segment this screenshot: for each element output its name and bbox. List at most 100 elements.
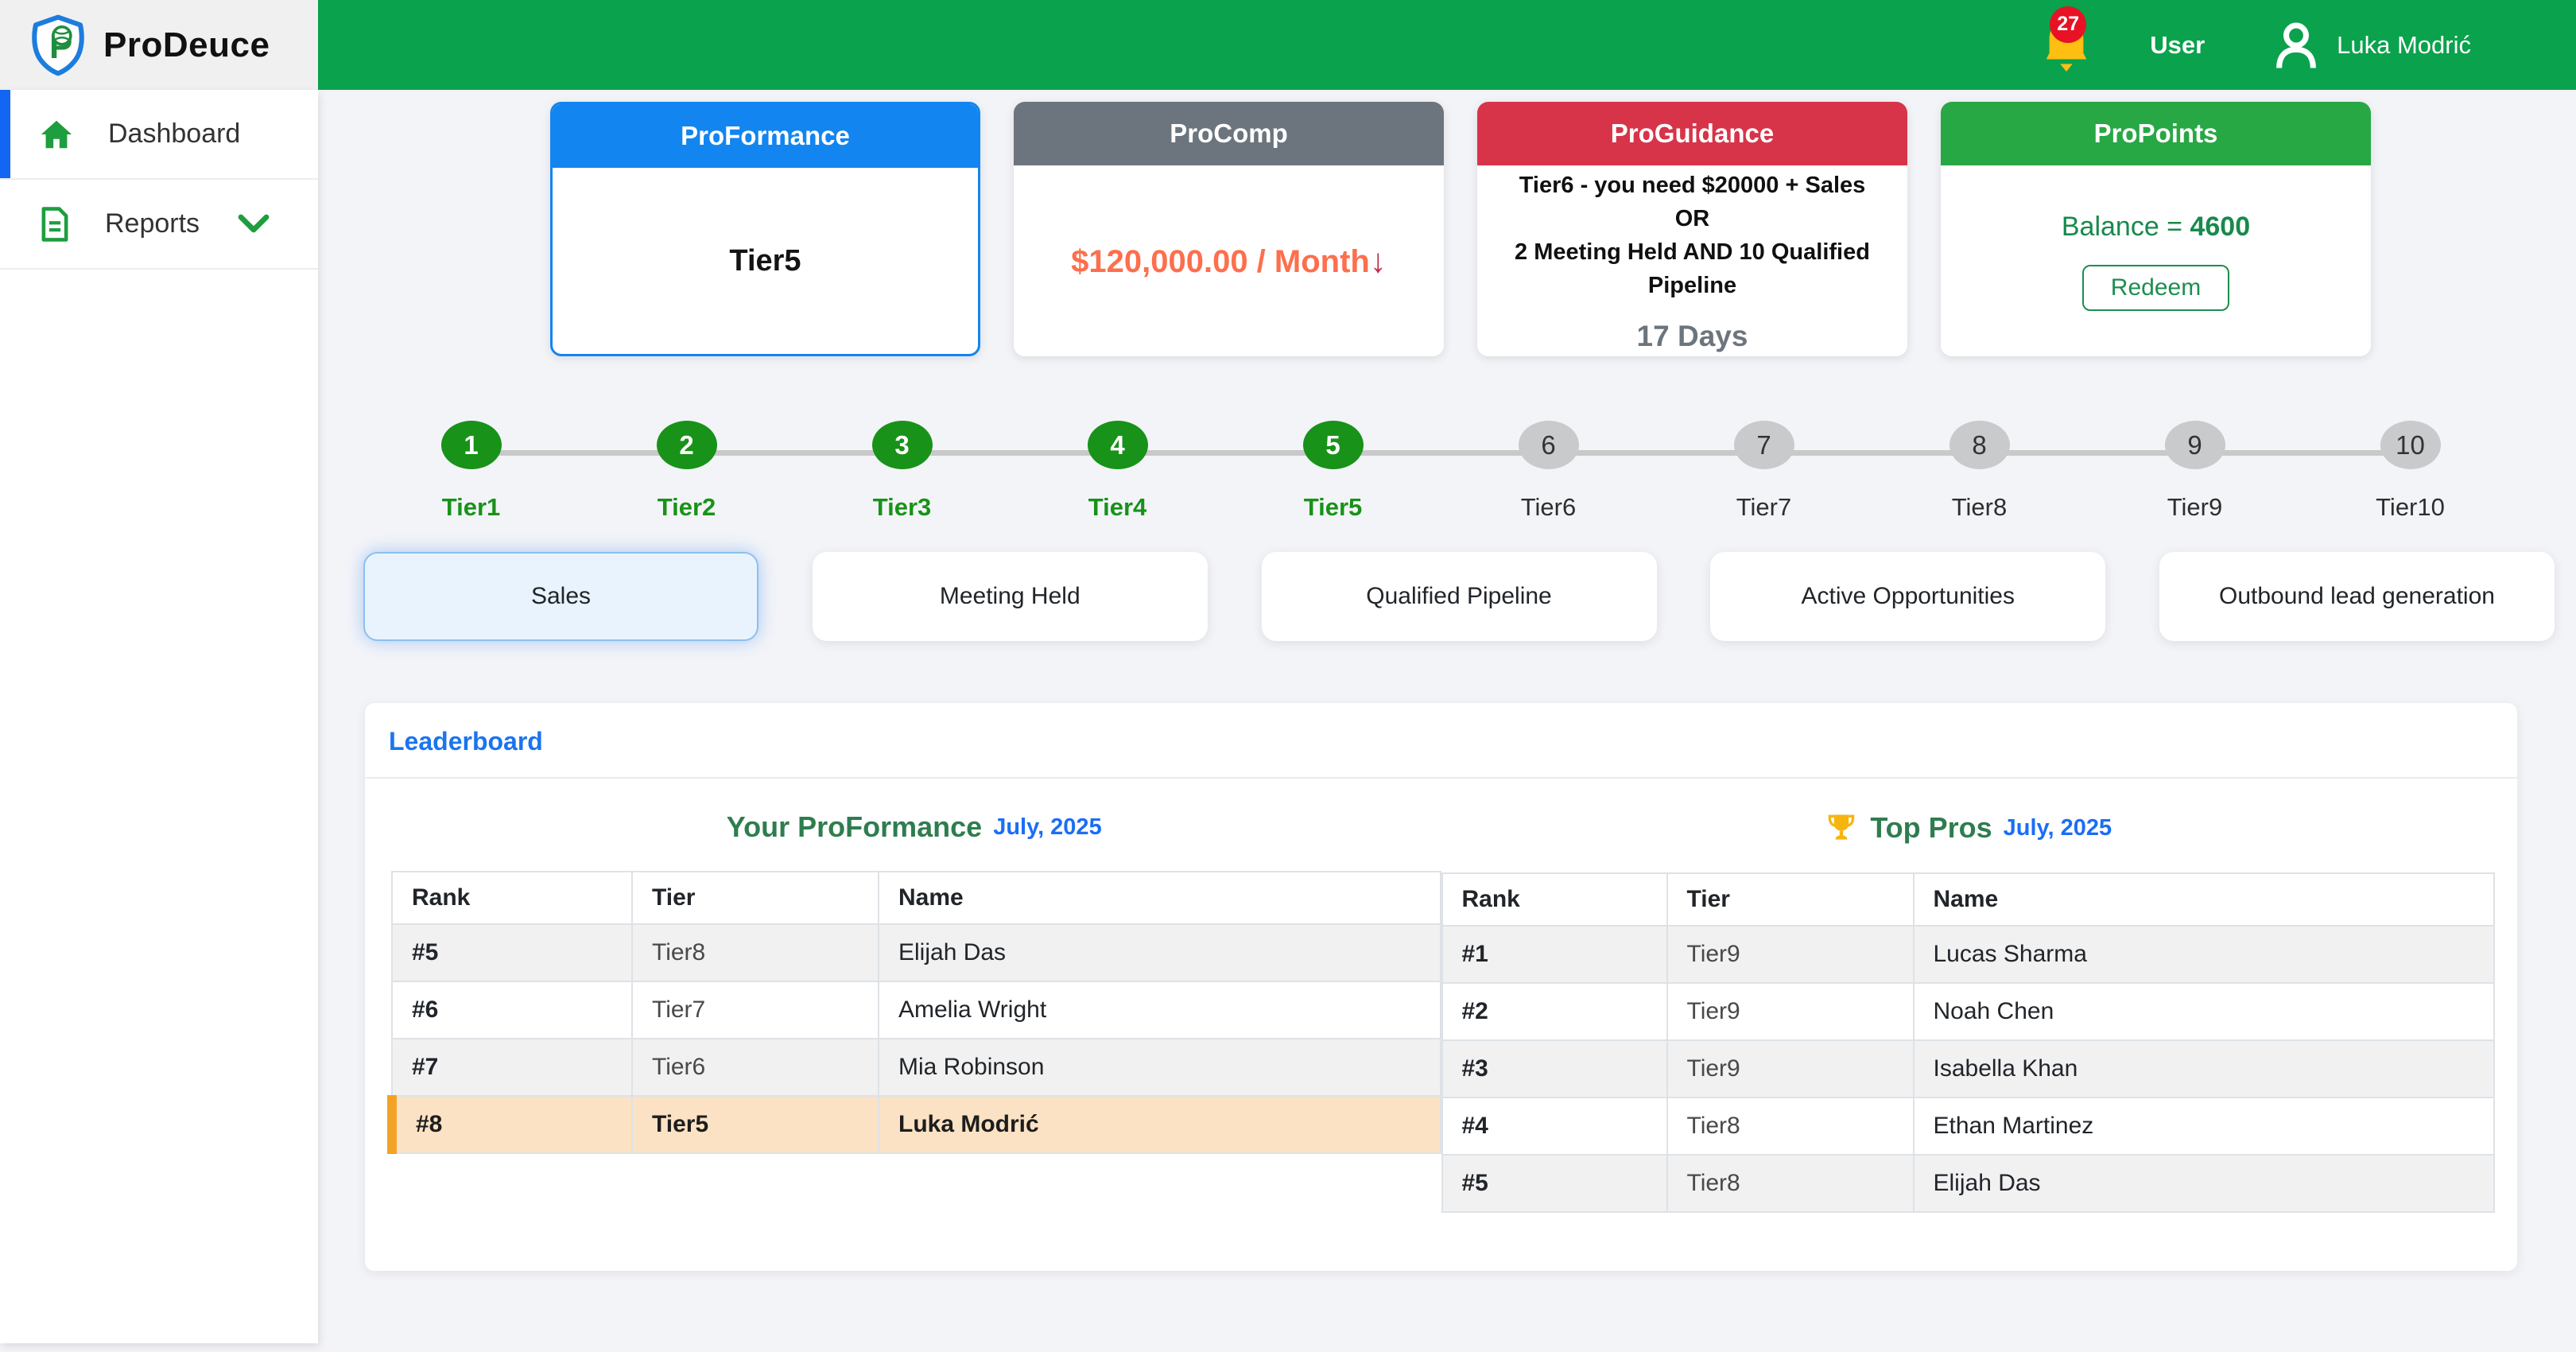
table-row: #3 Tier9 Isabella Khan — [1442, 1040, 2495, 1098]
step-circle: 6 — [1519, 421, 1579, 469]
stepper-step-tier7: 7 Tier7 — [1656, 394, 1872, 522]
stepper-step-tier6: 6 Tier6 — [1441, 394, 1656, 522]
propoints-card: ProPoints Balance = 4600 Redeem — [1941, 102, 2371, 356]
prodeuce-logo-icon: P — [27, 14, 89, 76]
step-circle: 9 — [2165, 421, 2225, 469]
step-label: Tier7 — [1736, 493, 1791, 522]
step-circle: 1 — [441, 421, 502, 469]
current-tier-value: Tier5 — [729, 244, 801, 278]
stepper-step-tier3: 3 Tier3 — [794, 394, 1010, 522]
comp-amount: $120,000.00 / Month↓ — [1071, 242, 1387, 280]
stepper-step-tier10: 10 Tier10 — [2302, 394, 2518, 522]
step-circle: 7 — [1734, 421, 1794, 469]
step-circle: 8 — [1949, 421, 2010, 469]
step-label: Tier5 — [1304, 493, 1363, 522]
sidebar-item-reports[interactable]: Reports — [0, 180, 318, 270]
column-header-rank: Rank — [1442, 873, 1667, 926]
proformance-card: ProFormance Tier5 — [550, 102, 980, 356]
step-circle: 2 — [657, 421, 717, 469]
procomp-card-title: ProComp — [1014, 102, 1444, 165]
step-circle: 4 — [1088, 421, 1148, 469]
top-pros-section: Top Pros July, 2025 Rank Tier Name #1 — [1441, 810, 2496, 1213]
header-right: 27 User Luka Modrić — [2039, 11, 2576, 80]
guidance-requirement-line2: 2 Meeting Held AND 10 Qualified Pipeline — [1492, 235, 1893, 302]
tier-stepper: 1 Tier1 2 Tier2 3 Tier3 4 Tier4 5 Tier5 … — [363, 394, 2518, 522]
person-icon — [2273, 20, 2319, 71]
column-header-tier: Tier — [1667, 873, 1914, 926]
your-proformance-section: Your ProFormance July, 2025 Rank Tier Na… — [387, 810, 1441, 1213]
proguidance-card-title: ProGuidance — [1477, 102, 1907, 165]
tab-outbound-lead-generation[interactable]: Outbound lead generation — [2159, 552, 2555, 641]
stepper-step-tier9: 9 Tier9 — [2087, 394, 2302, 522]
step-label: Tier10 — [2376, 493, 2445, 522]
user-name: Luka Modrić — [2337, 31, 2471, 60]
proformance-card-title: ProFormance — [553, 104, 978, 168]
tab-meeting-held[interactable]: Meeting Held — [813, 552, 1208, 641]
top-pros-period: July, 2025 — [2004, 815, 2112, 841]
tab-active-opportunities[interactable]: Active Opportunities — [1710, 552, 2105, 641]
down-arrow-icon: ↓ — [1370, 242, 1387, 279]
home-icon — [38, 116, 75, 153]
step-label: Tier4 — [1088, 493, 1147, 522]
tab-sales[interactable]: Sales — [363, 552, 758, 641]
proguidance-card: ProGuidance Tier6 - you need $20000 + Sa… — [1477, 102, 1907, 356]
brand: P ProDeuce — [0, 0, 318, 90]
main-content: ProFormance Tier5 ProComp $120,000.00 / … — [318, 90, 2576, 1352]
column-header-name: Name — [1914, 873, 2495, 926]
stepper-step-tier2: 2 Tier2 — [579, 394, 794, 522]
stepper-step-tier1: 1 Tier1 — [363, 394, 579, 522]
tab-qualified-pipeline[interactable]: Qualified Pipeline — [1262, 552, 1657, 641]
step-circle: 5 — [1303, 421, 1364, 469]
propoints-card-title: ProPoints — [1941, 102, 2371, 165]
step-label: Tier9 — [2167, 493, 2222, 522]
redeem-button[interactable]: Redeem — [2082, 265, 2229, 311]
guidance-or: OR — [1675, 202, 1710, 235]
user-menu[interactable]: Luka Modrić — [2273, 20, 2471, 71]
summary-cards: ProFormance Tier5 ProComp $120,000.00 / … — [550, 102, 2371, 356]
trophy-icon — [1824, 810, 1859, 845]
column-header-tier: Tier — [632, 872, 879, 924]
metric-tabs: Sales Meeting Held Qualified Pipeline Ac… — [363, 552, 2555, 641]
stepper-step-tier4: 4 Tier4 — [1010, 394, 1225, 522]
document-icon — [38, 206, 72, 243]
top-pros-table: Rank Tier Name #1 Tier9 Lucas Sharma #2 — [1441, 872, 2496, 1213]
your-proformance-title: Your ProFormance July, 2025 — [387, 810, 1441, 844]
table-row: #2 Tier9 Noah Chen — [1442, 983, 2495, 1040]
notifications-button[interactable]: 27 — [2039, 11, 2094, 80]
column-header-name: Name — [879, 872, 1441, 924]
step-label: Tier1 — [442, 493, 501, 522]
table-row: #5 Tier8 Elijah Das — [1442, 1155, 2495, 1212]
step-label: Tier8 — [1952, 493, 2007, 522]
sidebar: Dashboard Reports — [0, 90, 318, 1343]
table-row: #5 Tier8 Elijah Das — [392, 924, 1441, 981]
guidance-days-remaining: 17 Days — [1637, 320, 1748, 353]
your-proformance-period: July, 2025 — [993, 814, 1102, 841]
chevron-down-icon — [238, 214, 270, 235]
top-pros-title: Top Pros July, 2025 — [1441, 810, 2496, 845]
table-row: #4 Tier8 Ethan Martinez — [1442, 1098, 2495, 1155]
notification-badge: 27 — [2050, 6, 2086, 43]
user-label: User — [2150, 31, 2205, 60]
step-label: Tier6 — [1521, 493, 1576, 522]
table-row: #6 Tier7 Amelia Wright — [392, 981, 1441, 1039]
column-header-rank: Rank — [392, 872, 632, 924]
table-row-current-user: #8 Tier5 Luka Modrić — [392, 1096, 1441, 1153]
stepper-step-tier5: 5 Tier5 — [1225, 394, 1441, 522]
table-row: #1 Tier9 Lucas Sharma — [1442, 926, 2495, 983]
sidebar-item-label: Dashboard — [108, 118, 240, 150]
step-circle: 3 — [872, 421, 933, 469]
procomp-card: ProComp $120,000.00 / Month↓ — [1014, 102, 1444, 356]
points-balance: Balance = 4600 — [2062, 212, 2250, 243]
your-proformance-table: Rank Tier Name #5 Tier8 Elijah Das #6 — [387, 871, 1441, 1154]
guidance-requirement-line1: Tier6 - you need $20000 + Sales — [1519, 169, 1866, 202]
sidebar-item-label: Reports — [105, 208, 200, 239]
brand-title: ProDeuce — [103, 25, 270, 65]
table-row: #7 Tier6 Mia Robinson — [392, 1039, 1441, 1096]
stepper-step-tier8: 8 Tier8 — [1872, 394, 2087, 522]
step-label: Tier3 — [873, 493, 932, 522]
step-label: Tier2 — [658, 493, 716, 522]
step-circle: 10 — [2380, 421, 2441, 469]
leaderboard-card: Leaderboard Your ProFormance July, 2025 … — [365, 703, 2517, 1271]
sidebar-item-dashboard[interactable]: Dashboard — [0, 90, 318, 180]
app-header: P ProDeuce 27 User — [0, 0, 2576, 90]
